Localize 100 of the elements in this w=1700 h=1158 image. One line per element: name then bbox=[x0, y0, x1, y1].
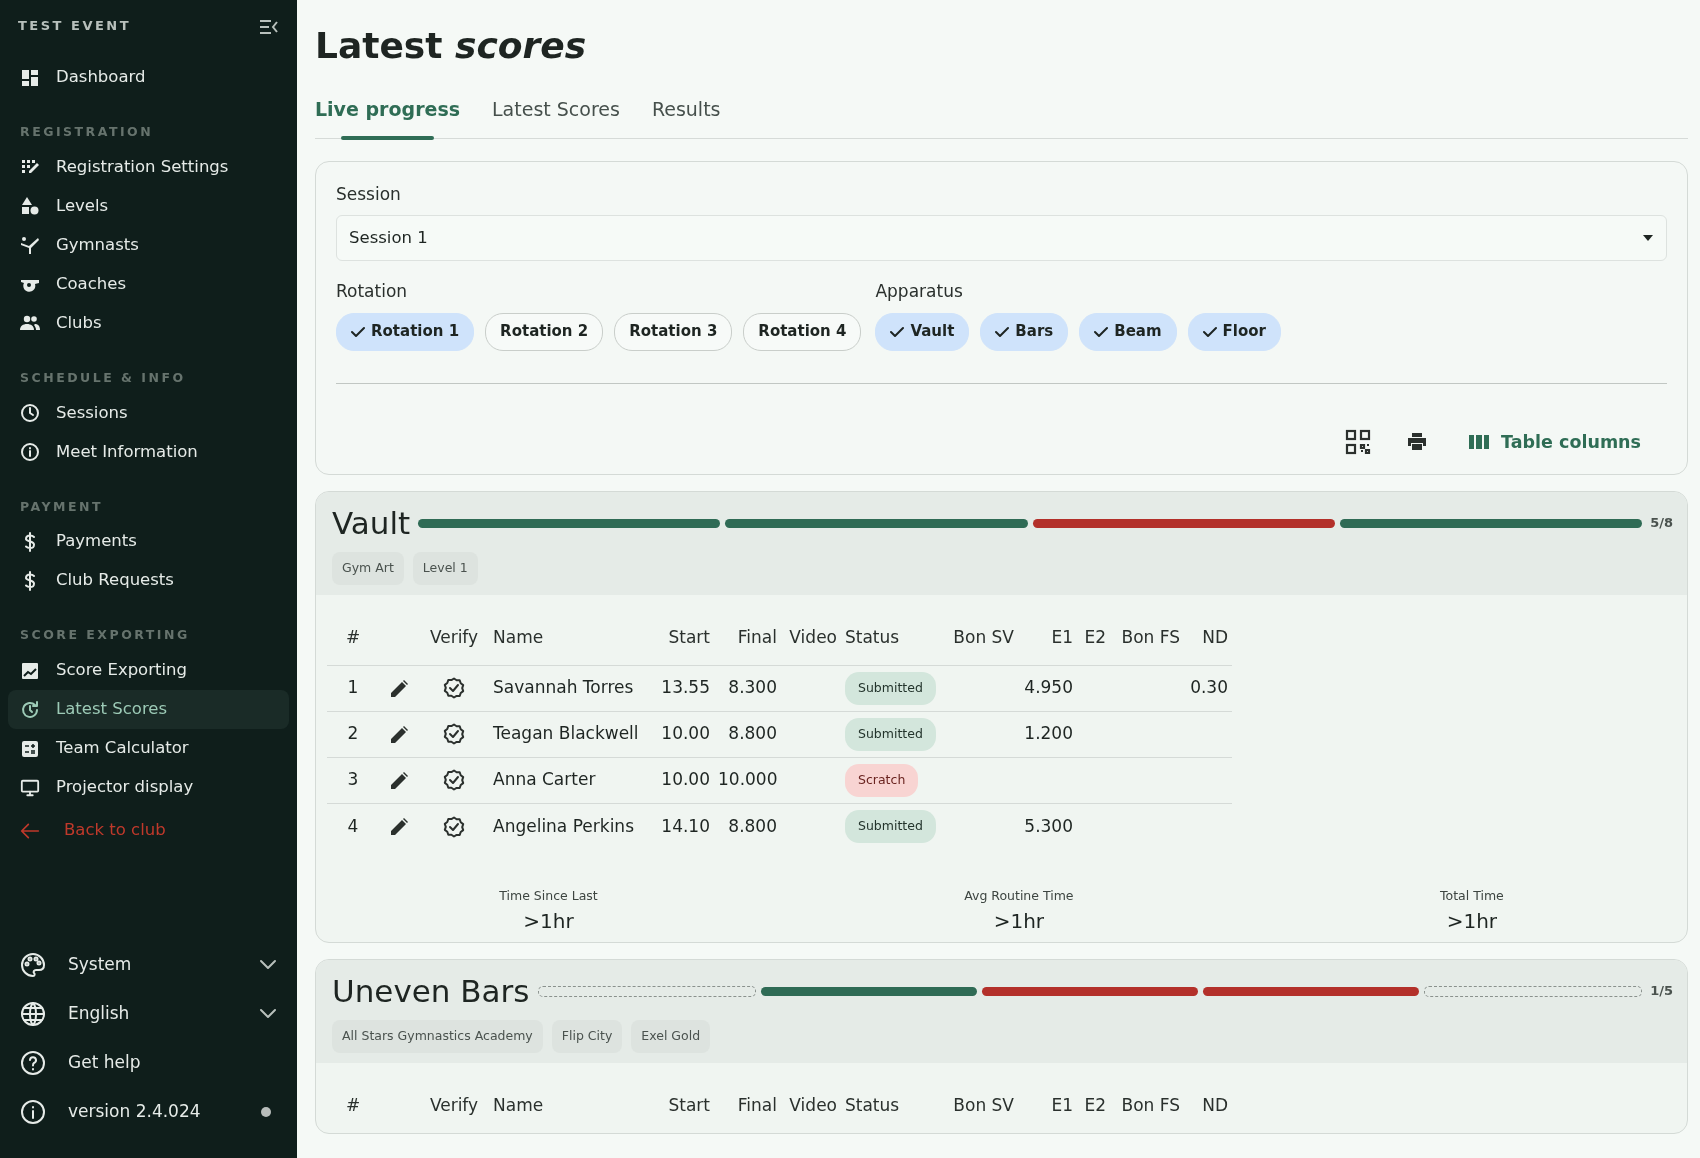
stat-value: >1hr bbox=[992, 907, 1046, 935]
filter-chip[interactable]: Bars bbox=[980, 312, 1069, 351]
qr-code-button[interactable] bbox=[1345, 428, 1372, 455]
filter-chip[interactable]: Rotation 4 bbox=[743, 312, 862, 351]
globe-icon bbox=[20, 1000, 46, 1027]
column-header: E2 bbox=[1077, 625, 1110, 666]
verified-badge-icon bbox=[443, 677, 465, 700]
section-heading: PAYMENT bbox=[19, 497, 104, 516]
info-icon bbox=[20, 442, 40, 462]
table-cell: 4.950 bbox=[1024, 677, 1073, 698]
column-header: ND bbox=[1201, 1094, 1229, 1118]
column-header: Start bbox=[654, 625, 714, 666]
sidebar-item[interactable]: Latest Scores bbox=[8, 690, 289, 729]
section-heading: REGISTRATION bbox=[19, 123, 155, 141]
sidebar-item[interactable]: Levels bbox=[8, 186, 289, 226]
section-heading: SCHEDULE & INFO bbox=[19, 368, 187, 387]
section-heading: SCORE EXPORTING bbox=[19, 626, 191, 645]
shapes-icon bbox=[20, 196, 40, 217]
clock-icon bbox=[20, 403, 40, 423]
columns-icon bbox=[1469, 433, 1490, 450]
column-header: Verify bbox=[419, 625, 489, 666]
column-header: Final bbox=[714, 625, 781, 666]
filter-chip[interactable]: Vault bbox=[875, 312, 970, 351]
stat-value: >1hr bbox=[522, 907, 575, 935]
stat-label: Time Since Last bbox=[498, 887, 599, 906]
column-header: Bon FS bbox=[1110, 625, 1184, 666]
tab[interactable]: Results bbox=[651, 95, 721, 138]
column-header: Bon FS bbox=[1120, 1094, 1181, 1118]
stat-value: >1hr bbox=[1445, 907, 1499, 935]
sidebar-item[interactable]: Sessions bbox=[8, 393, 289, 433]
column-header: Status bbox=[841, 625, 929, 666]
column-header: ND bbox=[1184, 625, 1232, 666]
field-label: Session bbox=[336, 182, 402, 206]
sidebar-item[interactable]: Gymnasts bbox=[8, 225, 289, 265]
column-header: Start bbox=[667, 1094, 711, 1118]
column-header: E1 bbox=[1018, 625, 1077, 666]
field-label: Rotation bbox=[336, 280, 409, 304]
sidebar-item[interactable]: Registration Settings bbox=[8, 147, 289, 187]
filter-chip[interactable]: Rotation 1 bbox=[336, 312, 475, 351]
event-name: Uneven Bars bbox=[332, 971, 530, 1011]
tag: Exel Gold bbox=[631, 1020, 711, 1054]
progress-count: 5/8 bbox=[1650, 514, 1673, 533]
sidebar-item[interactable]: Projector display bbox=[8, 768, 289, 807]
table-cell: 4 bbox=[347, 815, 359, 836]
session-select[interactable]: Session 1 bbox=[336, 215, 1667, 262]
check-icon bbox=[1094, 325, 1109, 338]
filter-chip[interactable]: Rotation 2 bbox=[485, 312, 604, 351]
status-pill: Submitted bbox=[845, 717, 936, 751]
status-pill: Submitted bbox=[845, 671, 936, 705]
filter-chip[interactable]: Beam bbox=[1079, 312, 1177, 351]
sidebar-item[interactable]: Dashboard bbox=[8, 58, 289, 97]
palette-icon bbox=[20, 951, 46, 978]
check-icon bbox=[1202, 325, 1217, 338]
tag: Level 1 bbox=[412, 552, 478, 586]
column-header: Final bbox=[736, 1094, 778, 1118]
settings-dropdown[interactable]: English bbox=[8, 989, 289, 1038]
verified-badge-icon bbox=[443, 769, 465, 792]
table-cell: 3 bbox=[347, 769, 359, 790]
sidebar-item[interactable]: Score Exporting bbox=[8, 651, 289, 690]
sidebar-item[interactable]: Payments bbox=[8, 522, 289, 562]
table-cell: 10.00 bbox=[661, 769, 710, 790]
sidebar-item[interactable]: Clubs bbox=[8, 303, 289, 343]
help-link[interactable]: Get help bbox=[8, 1038, 289, 1087]
table-cell: 8.800 bbox=[728, 723, 777, 744]
sidebar-item[interactable]: Team Calculator bbox=[8, 729, 289, 768]
sidebar-item[interactable]: Meet Information bbox=[8, 432, 289, 472]
table-cell: 8.300 bbox=[728, 677, 777, 698]
column-header: Bon SV bbox=[952, 1094, 1015, 1118]
table-cell: 10.00 bbox=[661, 723, 710, 744]
column-header: # bbox=[344, 1094, 362, 1118]
filter-chip[interactable]: Rotation 3 bbox=[614, 312, 733, 351]
table-cell: 2 bbox=[347, 723, 359, 744]
sidebar-item[interactable]: Club Requests bbox=[8, 561, 289, 601]
info-icon bbox=[20, 1098, 46, 1125]
refresh-clock-icon bbox=[20, 699, 40, 720]
column-header: Verify bbox=[428, 1094, 480, 1118]
column-header: Bon SV bbox=[929, 625, 1018, 666]
settings-dropdown[interactable]: System bbox=[8, 940, 289, 989]
dashboard-icon bbox=[20, 67, 40, 88]
chevron-down-icon bbox=[259, 1007, 277, 1020]
stat-label: Total Time bbox=[1439, 887, 1505, 906]
tag: Flip City bbox=[551, 1020, 623, 1054]
table-cell: Angelina Perkins bbox=[493, 815, 634, 836]
status-pill: Scratch bbox=[845, 763, 919, 797]
tab[interactable]: Live progress bbox=[315, 95, 460, 138]
table-cell: 1.200 bbox=[1024, 723, 1073, 744]
table-cell: 13.55 bbox=[661, 677, 710, 698]
column-header: Video bbox=[781, 625, 841, 666]
stat-label: Avg Routine Time bbox=[963, 887, 1075, 906]
column-header: Status bbox=[844, 1094, 901, 1118]
table-cell: 14.10 bbox=[661, 815, 710, 836]
monitor-icon bbox=[20, 777, 40, 798]
tab[interactable]: Latest Scores bbox=[492, 95, 620, 138]
version-text: version 2.4.024 bbox=[68, 1099, 201, 1123]
filter-chip[interactable]: Floor bbox=[1187, 312, 1281, 351]
event-name: Vault bbox=[332, 503, 411, 543]
sidebar-item[interactable]: Coaches bbox=[8, 264, 289, 304]
status-pill: Submitted bbox=[845, 810, 936, 843]
column-header: E2 bbox=[1083, 1094, 1107, 1118]
table-columns-button[interactable]: Table columns bbox=[1463, 427, 1647, 456]
